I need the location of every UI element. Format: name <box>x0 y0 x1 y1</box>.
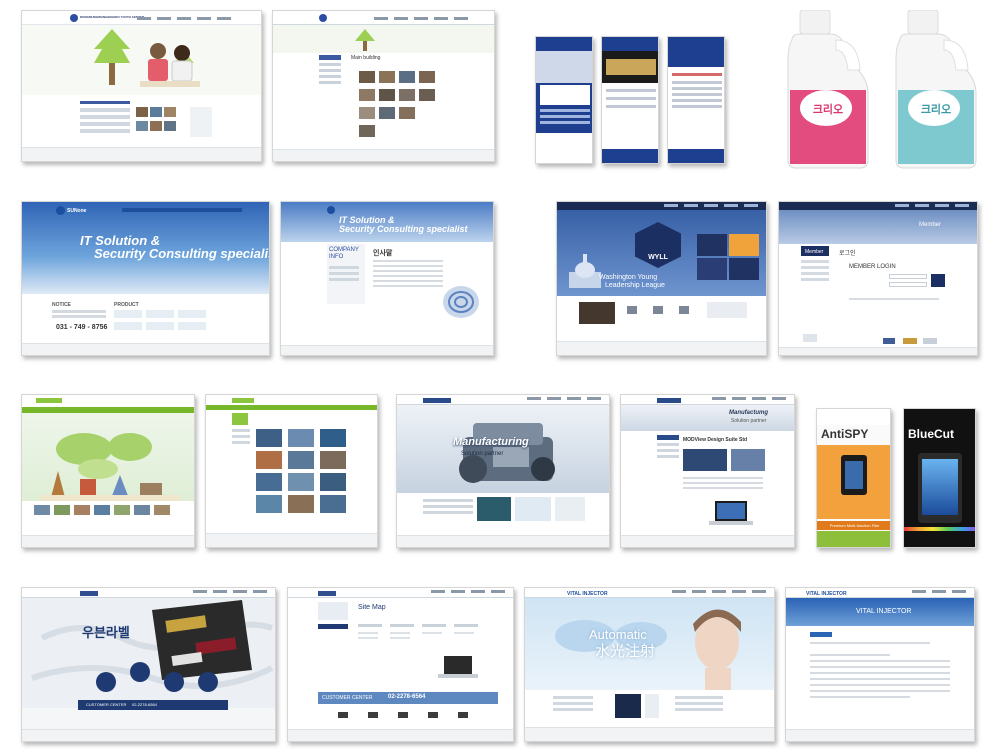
antispy-subtitle: Premium Multi-function Film <box>817 521 890 530</box>
sub-banner <box>273 25 494 53</box>
bottle-pink-icon <box>787 10 869 169</box>
circle-menu-4[interactable] <box>198 672 218 692</box>
customer-center-label: CUSTOMER CENTER <box>86 702 127 707</box>
customer-center-label: CUSTOMER CENTER <box>322 695 373 701</box>
logo-icon <box>70 14 78 22</box>
vital-logo: VITAL INJECTOR <box>567 591 608 597</box>
thumb-vital-injector-sub[interactable]: VITAL INJECTOR VITAL INJECTOR <box>785 587 975 742</box>
logo-icon <box>319 14 327 22</box>
product-title: MODView Design Suite Std <box>683 437 748 443</box>
banner-subtitle: Solution partner <box>731 418 767 424</box>
thumb-vital-injector-home[interactable]: VITAL INJECTOR Automatic 水光注射 <box>524 587 775 742</box>
thumb-manufacturing-product[interactable]: Manufactumg Solution partner MODView Des… <box>620 394 795 548</box>
landmarks-illustration <box>40 471 180 501</box>
laptop-icon <box>709 501 753 525</box>
bottle-blue-icon <box>895 10 977 169</box>
thumb-wyll-home[interactable]: WYLL Washington Young Leadership League <box>556 201 767 356</box>
thumb-travel-home[interactable] <box>21 394 195 548</box>
thumb-sunone-company-info[interactable]: IT Solution & Security Consulting specia… <box>280 201 494 356</box>
wyll-title-2: Leadership League <box>605 282 665 289</box>
woven-labels-photo <box>152 600 252 680</box>
sunone-logo-text: SUNone <box>67 208 87 214</box>
site-logo-text: DONGMUNGWANGBOGIDO YOUTH CENTER <box>80 15 145 19</box>
thumb-bluecut-package[interactable]: BlueCut <box>903 408 976 548</box>
login-button[interactable] <box>931 274 945 287</box>
thumb-manufacturing-home[interactable]: Manufacturing Solution partner <box>396 394 610 548</box>
thumb-sunone-home[interactable]: SUNone IT Solution & Security Consulting… <box>21 201 270 356</box>
mobile-screen-2[interactable] <box>601 36 659 164</box>
footer <box>22 147 261 161</box>
vital-logo: VITAL INJECTOR <box>806 591 847 597</box>
bluecut-title: BlueCut <box>908 427 954 441</box>
sub-banner <box>621 405 794 431</box>
customer-phone: 02-2278-6564 <box>388 694 426 700</box>
banner-title: Manufactumg <box>729 410 768 416</box>
thumb-youth-center-main-building[interactable]: Main building <box>272 10 495 162</box>
sunone-logo-icon <box>56 206 65 215</box>
page-title: Site Map <box>358 604 386 611</box>
capitol-building-icon <box>569 254 601 288</box>
tree-illustration-icon <box>94 29 130 85</box>
greeting-title: 인사말 <box>373 250 393 257</box>
thumb-laundry-bottles[interactable]: 크리오 크리오 <box>778 10 988 170</box>
tree-illustration-icon <box>355 29 375 51</box>
info-label: INFO <box>329 254 344 260</box>
banner-title: Member <box>919 222 942 228</box>
circle-menu-2[interactable] <box>130 662 150 682</box>
circle-menu-1[interactable] <box>96 672 116 692</box>
page-title: Main building <box>351 55 381 61</box>
mobile-screen-3[interactable] <box>667 36 725 164</box>
manufacturing-title: Manufacturing <box>453 436 529 448</box>
thumb-wyll-member-login[interactable]: Member Member 로그인 MEMBER LOGIN <box>778 201 978 356</box>
brand-title: 우븐라벨 <box>82 625 130 640</box>
laptop-icon <box>438 656 478 678</box>
bottle-pink-label: 크리오 <box>812 104 844 116</box>
wyll-title-1: Washington Young <box>599 274 658 281</box>
member-login-heading: MEMBER LOGIN <box>849 264 896 270</box>
circle-menu-3[interactable] <box>164 672 184 692</box>
thumb-label-sitemap[interactable]: Site Map CUSTOMER CENTER 02-2278-6564 <box>287 587 514 742</box>
model-face-photo <box>693 609 741 690</box>
notice-label: NOTICE <box>52 302 71 308</box>
company-label: COMPANY <box>329 247 359 253</box>
automatic-title: Automatic <box>589 627 647 642</box>
vital-kr-title: 水光注射 <box>595 643 656 660</box>
side-menu-title: Member <box>805 249 824 255</box>
thumb-travel-gallery[interactable] <box>205 394 378 548</box>
thumb-mobile-screens[interactable] <box>535 36 725 164</box>
portfolio-gallery: DONGMUNGWANGBOGIDO YOUTH CENTER Main bui… <box>0 0 997 752</box>
fingerprint-icon <box>443 286 479 318</box>
banner-title: VITAL INJECTOR <box>856 608 912 615</box>
bottle-blue-label: 크리오 <box>920 104 952 116</box>
manufacturing-subtitle: Solution partner <box>461 451 504 457</box>
login-heading: 로그인 <box>839 251 856 257</box>
product-label: PRODUCT <box>114 302 139 308</box>
antispy-title: AntiSPY <box>821 427 869 441</box>
students-photo <box>140 43 200 87</box>
thumb-youth-center-home[interactable]: DONGMUNGWANGBOGIDO YOUTH CENTER <box>21 10 262 162</box>
headline-line-2: Security Consulting specialist <box>339 224 468 234</box>
thumb-label-home[interactable]: 우븐라벨 CUSTOMER CENTER 02-2278-6564 <box>21 587 276 742</box>
id-field[interactable] <box>889 274 927 279</box>
headline-line-2: Security Consulting specialist <box>94 246 270 261</box>
sunone-logo-icon <box>327 206 335 214</box>
sub-banner <box>779 210 977 244</box>
thumb-antispy-package[interactable]: AntiSPY Premium Multi-function Film <box>816 408 891 548</box>
customer-phone: 02-2278-6564 <box>132 702 157 707</box>
phone-number: 031 - 749 - 8756 <box>56 324 108 331</box>
wyll-badge-text: WYLL <box>648 254 668 261</box>
mobile-screen-1[interactable] <box>535 36 593 164</box>
password-field[interactable] <box>889 282 927 287</box>
